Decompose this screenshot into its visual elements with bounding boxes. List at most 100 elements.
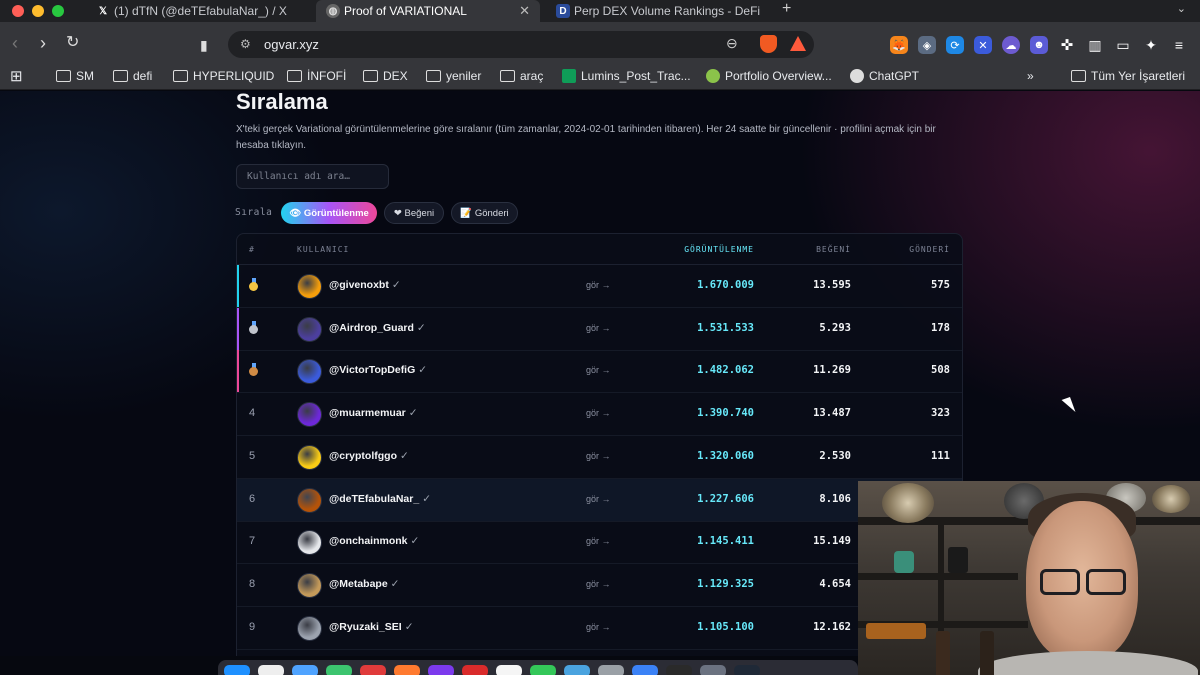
username[interactable]: @deTEfabulaNar_ ✓ xyxy=(329,493,431,505)
username[interactable]: @Metabape ✓ xyxy=(329,578,399,590)
sort-chip-likes[interactable]: ❤ Beğeni xyxy=(384,202,444,224)
app-icon[interactable] xyxy=(564,665,590,675)
avatar[interactable] xyxy=(297,316,322,342)
maximize-window-button[interactable] xyxy=(52,5,64,17)
view-profile-link[interactable]: gör → xyxy=(586,280,611,290)
extensions-puzzle-icon[interactable]: ✜ xyxy=(1058,36,1076,54)
bookmark-icon[interactable]: ▮ xyxy=(200,35,208,55)
close-window-button[interactable] xyxy=(12,5,24,17)
address-bar[interactable]: ⚙ ogvar.xyz ⊖ xyxy=(228,31,814,58)
sort-chip-views[interactable]: 👁 Görüntülenme xyxy=(281,202,377,224)
app-icon[interactable] xyxy=(462,665,488,675)
tab-search-chevron-icon[interactable]: ⌄ xyxy=(1177,2,1186,15)
bookmark-folder-defi[interactable]: defi xyxy=(113,69,152,83)
table-row[interactable]: 4 @muarmemuar ✓ gör → 1.390.740 13.487 323 xyxy=(237,393,962,437)
bookmark-chatgpt[interactable]: ChatGPT xyxy=(850,69,919,83)
view-profile-link[interactable]: gör → xyxy=(586,408,611,418)
table-row[interactable]: @givenoxbt ✓ gör → 1.670.009 13.595 575 xyxy=(237,265,962,308)
finder-icon[interactable] xyxy=(224,665,250,675)
avatar[interactable] xyxy=(297,274,322,299)
brave-shields-icon[interactable] xyxy=(760,35,777,53)
apps-grid-icon[interactable]: ⊞ xyxy=(10,67,23,85)
brave-icon[interactable] xyxy=(394,665,420,675)
bookmark-folder-dex[interactable]: DEX xyxy=(363,69,408,83)
table-row[interactable]: 6 @deTEfabulaNar_ ✓ gör → 1.227.606 8.106 xyxy=(237,478,962,522)
sidebar-toggle-icon[interactable]: ▥ xyxy=(1086,36,1104,54)
column-posts[interactable]: GÖNDERİ xyxy=(909,245,950,254)
tab-proof-of-variational[interactable]: ◍ Proof of VARIATIONAL ✕ xyxy=(316,0,540,22)
view-profile-link[interactable]: gör → xyxy=(586,365,611,375)
tab-perp-dex-rankings[interactable]: D Perp DEX Volume Rankings - DeFi xyxy=(546,0,778,22)
app-icon[interactable] xyxy=(530,665,556,675)
table-row[interactable]: @Airdrop_Guard ✓ gör → 1.531.533 5.293 178 xyxy=(237,307,962,351)
forward-button[interactable]: › xyxy=(40,33,46,53)
view-profile-link[interactable]: gör → xyxy=(586,451,611,461)
username[interactable]: @givenoxbt ✓ xyxy=(329,279,401,291)
table-row[interactable]: 8 @Metabape ✓ gör → 1.129.325 4.654 xyxy=(237,564,962,607)
username[interactable]: @Airdrop_Guard ✓ xyxy=(329,322,426,334)
app-icon[interactable] xyxy=(428,665,454,675)
avatar[interactable] xyxy=(297,402,322,428)
bookmark-lumins[interactable]: Lumins_Post_Trac... xyxy=(562,69,691,83)
username[interactable]: @Ryuzaki_SEI ✓ xyxy=(329,621,414,633)
settings-icon[interactable] xyxy=(598,665,624,675)
sort-chip-posts[interactable]: 📝 Gönderi xyxy=(451,202,518,224)
table-row[interactable]: 7 @onchainmonk ✓ gör → 1.145.411 15.149 xyxy=(237,521,962,565)
view-profile-link[interactable]: gör → xyxy=(586,494,611,504)
username[interactable]: @cryptolfggo ✓ xyxy=(329,450,409,462)
back-button[interactable]: ‹ xyxy=(12,33,18,53)
bookmark-folder-hyperliquid[interactable]: HYPERLIQUID xyxy=(173,69,274,83)
avatar[interactable] xyxy=(297,359,322,385)
view-profile-link[interactable]: gör → xyxy=(586,579,611,589)
search-input[interactable]: Kullanıcı adı ara… xyxy=(236,164,389,189)
column-views[interactable]: GÖRÜNTÜLENME xyxy=(684,245,754,254)
metamask-icon[interactable]: 🦊 xyxy=(890,36,908,54)
minimize-window-button[interactable] xyxy=(32,5,44,17)
table-row[interactable]: @VictorTopDefiG ✓ gör → 1.482.062 11.269 508 xyxy=(237,350,962,394)
avatar[interactable] xyxy=(297,572,322,598)
username[interactable]: @onchainmonk ✓ xyxy=(329,535,419,547)
more-bookmarks-icon[interactable]: » xyxy=(1027,69,1034,83)
view-profile-link[interactable]: gör → xyxy=(586,323,611,333)
tools-extension-icon[interactable]: ✕ xyxy=(974,36,992,54)
avatar[interactable] xyxy=(297,487,322,513)
table-row[interactable]: 5 @cryptolfggo ✓ gör → 1.320.060 2.530 111 xyxy=(237,436,962,479)
refresh-extension-icon[interactable]: ⟳ xyxy=(946,36,964,54)
bookmark-folder-sm[interactable]: SM xyxy=(56,69,94,83)
bookmark-folder-infofi[interactable]: İNFOFİ xyxy=(287,69,346,83)
username[interactable]: @VictorTopDefiG ✓ xyxy=(329,364,427,376)
column-likes[interactable]: BEĞENİ xyxy=(816,245,851,254)
app-icon[interactable] xyxy=(734,665,760,675)
close-tab-icon[interactable]: ✕ xyxy=(519,3,530,19)
shield-extension-icon[interactable]: ◈ xyxy=(918,36,936,54)
app-icon[interactable] xyxy=(700,665,726,675)
launchpad-icon[interactable] xyxy=(258,665,284,675)
ghost-extension-icon[interactable]: ☁ xyxy=(1002,36,1020,54)
user-extension-icon[interactable]: ☻ xyxy=(1030,36,1048,54)
bookmark-folder-yeniler[interactable]: yeniler xyxy=(426,69,481,83)
reload-button[interactable]: ↻ xyxy=(66,33,79,53)
new-tab-button[interactable]: + xyxy=(782,0,791,18)
app-icon[interactable] xyxy=(666,665,692,675)
calendar-icon[interactable] xyxy=(360,665,386,675)
app-icon[interactable] xyxy=(496,665,522,675)
messages-icon[interactable] xyxy=(326,665,352,675)
all-bookmarks-folder[interactable]: Tüm Yer İşaretleri xyxy=(1071,69,1185,83)
tab-x-profile[interactable]: 𝕏 (1) dTfN (@deTEfabulaNar_) / X xyxy=(86,0,312,22)
avatar[interactable] xyxy=(297,444,322,470)
table-row[interactable]: 9 @Ryuzaki_SEI ✓ gör → 1.105.100 12.162 xyxy=(237,607,962,650)
avatar[interactable] xyxy=(297,615,322,641)
view-profile-link[interactable]: gör → xyxy=(586,622,611,632)
wallet-icon[interactable]: ▭ xyxy=(1114,36,1132,54)
leo-ai-icon[interactable]: ✦ xyxy=(1142,36,1160,54)
bookmark-folder-arac[interactable]: araç xyxy=(500,69,543,83)
app-icon[interactable] xyxy=(632,665,658,675)
bookmark-portfolio[interactable]: Portfolio Overview... xyxy=(706,69,832,83)
username[interactable]: @muarmemuar ✓ xyxy=(329,407,418,419)
safari-icon[interactable] xyxy=(292,665,318,675)
brave-rewards-icon[interactable] xyxy=(790,36,806,51)
site-settings-icon[interactable]: ⚙ xyxy=(240,37,251,51)
view-profile-link[interactable]: gör → xyxy=(586,536,611,546)
avatar[interactable] xyxy=(297,530,322,556)
zoom-icon[interactable]: ⊖ xyxy=(726,35,738,52)
